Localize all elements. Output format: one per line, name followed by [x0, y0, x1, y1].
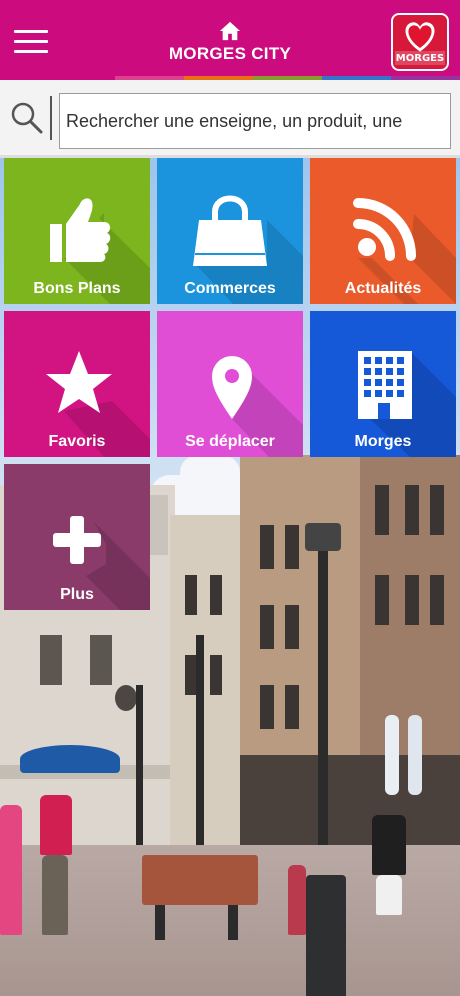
tile-label: Favoris	[48, 433, 106, 450]
search-icon[interactable]	[10, 101, 44, 135]
morges-logo[interactable]: MORGES	[391, 13, 449, 71]
tile-label: Plus	[60, 586, 94, 603]
tile-actualites[interactable]: Actualités	[310, 158, 456, 304]
search-input[interactable]	[59, 93, 451, 149]
top-app-bar: MORGES CITY MORGES	[0, 0, 460, 80]
tile-label: Commerces	[184, 280, 276, 297]
tile-favoris[interactable]: Favoris	[4, 311, 150, 457]
tile-se-deplacer[interactable]: Se déplacer	[157, 311, 303, 457]
tile-label: Morges	[354, 433, 412, 450]
home-icon[interactable]	[219, 20, 241, 42]
tile-commerces[interactable]: Commerces	[157, 158, 303, 304]
logo-text: MORGES	[395, 53, 445, 64]
tile-label: Bons Plans	[33, 280, 121, 297]
search-bar-border	[0, 155, 460, 158]
tile-bons-plans[interactable]: Bons Plans	[4, 158, 150, 304]
tile-morges[interactable]: Morges	[310, 311, 456, 457]
tile-plus[interactable]: Plus	[4, 464, 150, 610]
search-divider	[50, 96, 52, 140]
tile-label: Actualités	[344, 280, 422, 297]
tile-label: Se déplacer	[185, 433, 275, 450]
